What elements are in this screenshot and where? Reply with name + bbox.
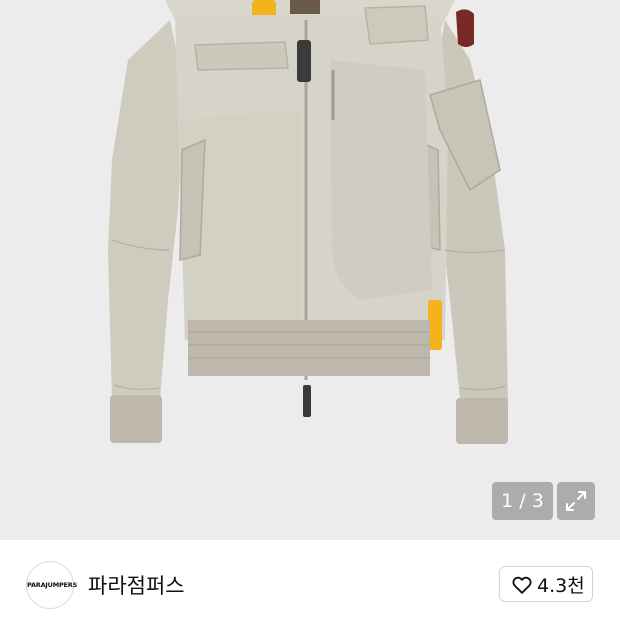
product-photo-jacket <box>108 0 508 444</box>
expand-button[interactable] <box>557 482 595 520</box>
shop-logo[interactable]: PARAJUMPERS <box>26 561 78 609</box>
image-counter: 1 / 3 <box>492 482 553 520</box>
shop-info-bar: PARAJUMPERS 파라점퍼스 4.3천 <box>0 540 620 620</box>
product-image-gallery[interactable]: 1 / 3 <box>0 0 620 540</box>
like-button[interactable]: 4.3천 <box>499 566 593 602</box>
expand-arrows-icon <box>566 491 586 511</box>
heart-outline-icon <box>512 576 532 594</box>
shop-logo-text: PARAJUMPERS <box>27 581 78 589</box>
shop-name[interactable]: 파라점퍼스 <box>88 570 185 600</box>
like-count: 4.3천 <box>537 575 585 597</box>
